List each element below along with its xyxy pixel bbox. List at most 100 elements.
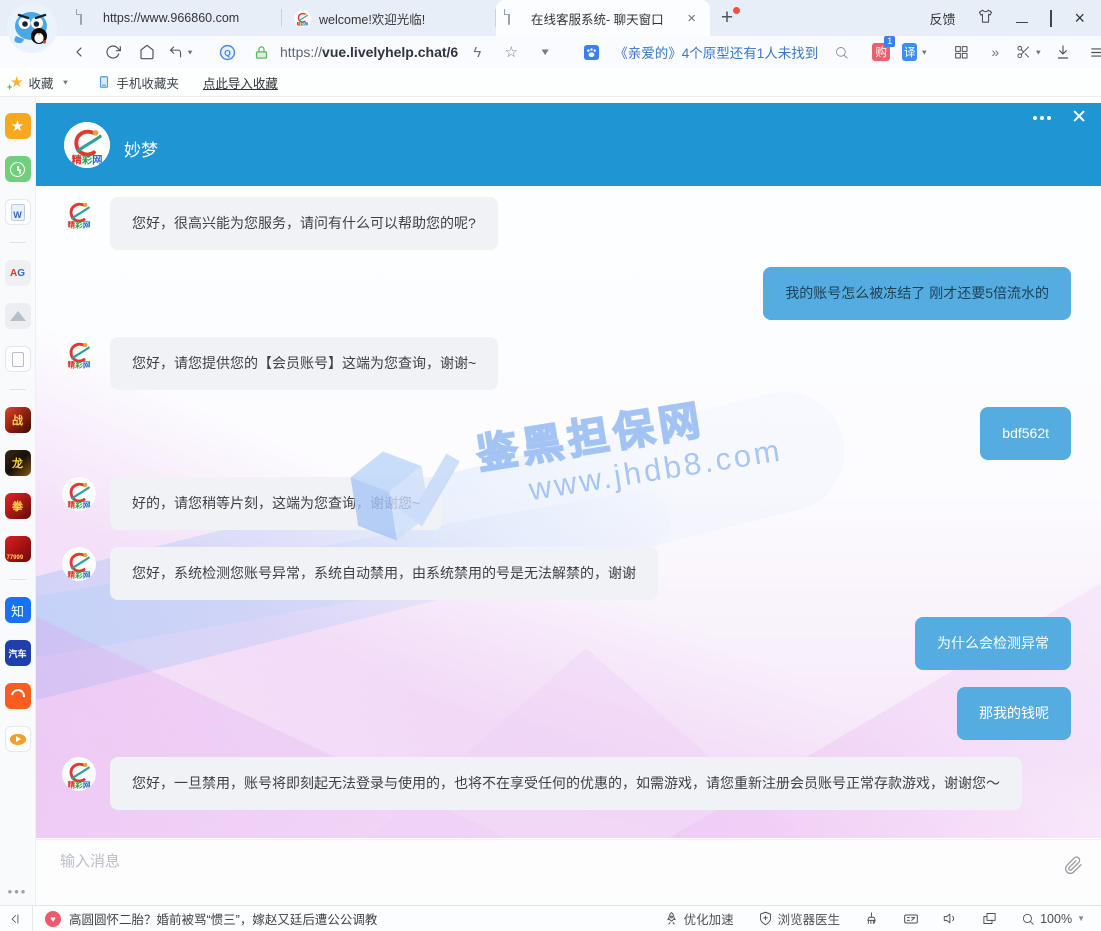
sidebar-more-icon[interactable]: ••• <box>8 884 28 899</box>
volume-icon[interactable] <box>943 911 958 926</box>
chat-page: ✕ 精彩网 妙梦 鉴黑担保网 <box>36 97 1101 905</box>
scissors-dropdown-icon[interactable]: ▼ <box>1034 48 1042 56</box>
sidebar-game-icon-1[interactable]: 战 <box>5 407 31 433</box>
page-zoom-control[interactable]: 100% ▼ <box>1021 912 1085 926</box>
feedback-button[interactable]: 反馈 <box>929 9 955 28</box>
tab-1[interactable]: https://www.966860.com <box>68 0 282 36</box>
sidebar-swoosh-app-icon[interactable] <box>5 683 31 709</box>
undo-button[interactable]: ▼ <box>168 39 194 65</box>
new-tab-red-dot <box>733 7 740 14</box>
more-extensions-icon[interactable]: » <box>982 39 1008 65</box>
translate-button[interactable]: 译▼ <box>902 39 928 65</box>
svg-text:精彩网: 精彩网 <box>68 360 91 370</box>
sidebar-history-icon[interactable] <box>5 156 31 182</box>
chevron-down-icon[interactable]: ▼ <box>532 42 558 63</box>
zoom-dropdown-icon[interactable]: ▼ <box>1077 914 1085 923</box>
tab-close-icon[interactable]: × <box>685 10 698 27</box>
chat-bubble: 那我的钱呢 <box>957 687 1071 740</box>
agent-avatar: 精彩网 <box>62 757 96 791</box>
search-icon[interactable] <box>828 39 854 65</box>
maximize-button[interactable] <box>1050 11 1052 26</box>
import-bookmarks-link[interactable]: 点此导入收藏 <box>203 73 278 92</box>
news-heart-icon: ♥ <box>45 911 61 927</box>
security-shield-icon[interactable]: Q <box>214 39 240 65</box>
refresh-button[interactable] <box>100 39 126 65</box>
sidebar-favorites-icon[interactable]: ★ <box>5 113 31 139</box>
input-method-icon[interactable] <box>903 911 919 927</box>
sidebar-game-icon-2[interactable]: 龙 <box>5 450 31 476</box>
sidebar-divider <box>10 579 26 580</box>
hot-search-link[interactable]: 《亲爱的》4个原型还有1人未找到 <box>614 42 818 62</box>
sidebar-ag-app-icon[interactable]: AG <box>5 260 31 286</box>
news-ticker[interactable]: 高圆圆怀二胎？婚前被骂“惯三”，嫁赵又廷后遭公公调教 <box>69 909 377 928</box>
chat-close-icon[interactable]: ✕ <box>1071 108 1087 127</box>
tab-2[interactable]: 精彩网 welcome!欢迎光临! <box>282 0 496 36</box>
minimize-button[interactable] <box>1016 11 1028 26</box>
skin-icon[interactable] <box>977 8 994 28</box>
tab-bar: https://www.966860.com 精彩网 welcome!欢迎光临!… <box>0 0 1101 36</box>
favorites-button[interactable]: ★+ 收藏 ▼ <box>10 73 69 92</box>
home-button[interactable] <box>134 39 160 65</box>
sidebar-emblem-app-icon[interactable] <box>5 303 31 329</box>
back-button[interactable] <box>66 39 92 65</box>
speed-boost-button[interactable]: 优化加速 <box>664 909 734 928</box>
svg-text:精彩网: 精彩网 <box>68 220 91 230</box>
favorites-star-icon: ★+ <box>10 73 23 91</box>
sidebar-car-app-icon[interactable]: 汽车 <box>5 640 31 666</box>
lightning-icon[interactable]: ϟ <box>464 39 490 65</box>
chat-bubble: 您好，一旦禁用，账号将即刻起无法登录与使用的，也将不在享受任何的优惠的，如需游戏… <box>110 757 1022 810</box>
sidebar-file-icon[interactable] <box>5 346 31 372</box>
chat-message-row: bdf562t <box>36 407 1101 460</box>
chat-body: 鉴黑担保网 www.jhdb8.com 精彩网 您好，很高兴能为您服务，请问有什… <box>36 186 1101 838</box>
chat-bubble: bdf562t <box>980 407 1071 460</box>
favorites-dropdown-icon[interactable]: ▼ <box>61 78 69 86</box>
sidebar-divider <box>10 389 26 390</box>
tabs: https://www.966860.com 精彩网 welcome!欢迎光临!… <box>68 0 744 36</box>
lock-icon <box>248 39 274 65</box>
sidebar-video-app-icon[interactable] <box>5 726 31 752</box>
download-icon[interactable] <box>1050 39 1076 65</box>
menu-icon[interactable] <box>1084 39 1101 65</box>
cascade-windows-icon[interactable] <box>982 911 997 926</box>
sidebar-game-icon-4[interactable]: 77999 <box>5 536 31 562</box>
agent-avatar: 精彩网 <box>64 122 110 168</box>
navigation-toolbar: ▼ Q https://vue.livelyhelp.chat/6 ϟ ☆ ▼ … <box>0 36 1101 68</box>
new-tab-button[interactable]: + <box>710 0 744 36</box>
shopping-button[interactable]: 购1 <box>868 39 894 65</box>
page-icon <box>80 10 95 26</box>
phone-bookmarks-button[interactable]: 手机收藏夹 <box>97 73 179 92</box>
cleaner-broom-icon[interactable] <box>864 911 879 926</box>
close-button[interactable]: × <box>1074 8 1085 29</box>
chat-message-row: 精彩网 好的，请您稍等片刻，这端为您查询，谢谢您~ <box>36 477 1101 530</box>
screenshot-scissors-icon[interactable]: ▼ <box>1016 39 1042 65</box>
sidebar-zhihu-icon[interactable]: 知 <box>5 597 31 623</box>
chat-more-icon[interactable] <box>1033 116 1051 120</box>
tab-3-active[interactable]: 在线客服系统- 聊天窗口 × <box>496 0 710 36</box>
browser-doctor-button[interactable]: 浏览器医生 <box>758 909 841 928</box>
agent-avatar: 精彩网 <box>62 337 96 371</box>
translate-dropdown-icon[interactable]: ▼ <box>920 48 928 56</box>
agent-name: 妙梦 <box>124 136 158 161</box>
attachment-paperclip-icon[interactable] <box>1064 856 1083 880</box>
apps-grid-icon[interactable] <box>948 39 974 65</box>
sidebar-game-icon-3[interactable]: 拳 <box>5 493 31 519</box>
chat-bubble: 您好，系统检测您账号异常，系统自动禁用，由系统禁用的号是无法解禁的，谢谢 <box>110 547 658 600</box>
chat-message-row: 精彩网 您好，系统检测您账号异常，系统自动禁用，由系统禁用的号是无法解禁的，谢谢 <box>36 547 1101 600</box>
agent-avatar: 精彩网 <box>62 547 96 581</box>
browser-mascot-icon[interactable] <box>6 2 58 54</box>
status-bar: ♥ 高圆圆怀二胎？婚前被骂“惯三”，嫁赵又廷后遭公公调教 优化加速 浏览器医生 <box>0 905 1101 931</box>
undo-dropdown-icon[interactable]: ▼ <box>186 48 194 56</box>
message-input[interactable] <box>60 850 1041 897</box>
svg-text:精彩网: 精彩网 <box>68 780 91 790</box>
sidebar-word-doc-icon[interactable]: W <box>5 199 31 225</box>
tab-label: 在线客服系统- 聊天窗口 <box>531 9 677 28</box>
collapse-sidebar-icon[interactable] <box>8 912 22 926</box>
agent-avatar: 精彩网 <box>62 197 96 231</box>
address-url[interactable]: https://vue.livelyhelp.chat/6 <box>280 44 458 60</box>
chat-bubble: 我的账号怎么被冻结了 刚才还要5倍流水的 <box>763 267 1071 320</box>
chat-message-row: 那我的钱呢 <box>36 687 1101 740</box>
bookmark-star-icon[interactable]: ☆ <box>498 39 524 65</box>
chat-bubble: 好的，请您稍等片刻，这端为您查询，谢谢您~ <box>110 477 442 530</box>
shopping-badge: 1 <box>884 36 895 47</box>
chat-message-row: 精彩网 您好，很高兴能为您服务，请问有什么可以帮助您的呢? <box>36 197 1101 250</box>
